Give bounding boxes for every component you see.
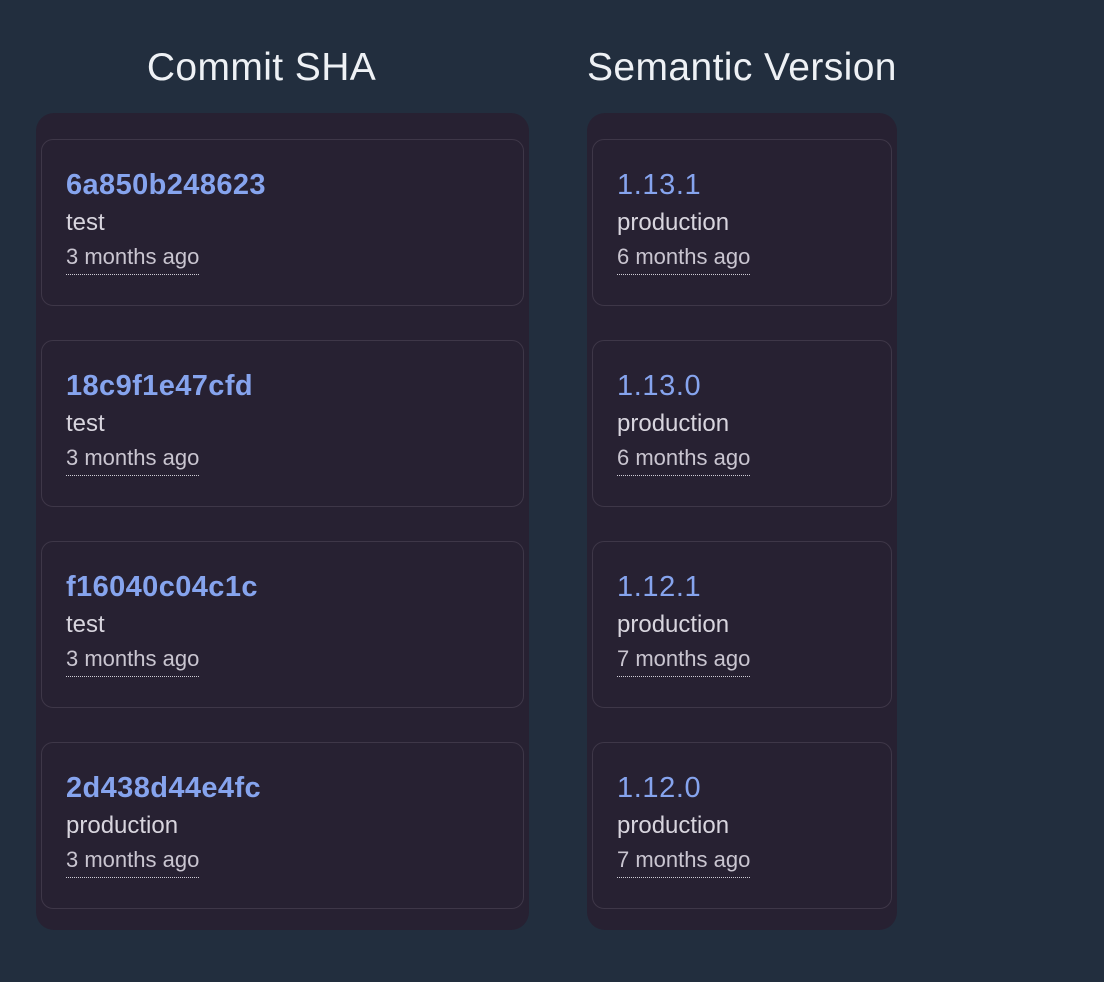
environment-label: test [66, 410, 105, 437]
deploy-id-link[interactable]: f16040c04c1c [66, 567, 499, 607]
deploy-card-list: 1.13.1 production 6 months ago 1.13.0 pr… [587, 113, 897, 930]
deploy-id-link[interactable]: 1.13.0 [617, 366, 867, 406]
deploy-card[interactable]: 1.12.0 production 7 months ago [592, 742, 892, 909]
deploy-id-link[interactable]: 1.13.1 [617, 165, 867, 205]
relative-time: 3 months ago [66, 444, 499, 476]
relative-time: 6 months ago [617, 444, 867, 476]
deploy-card[interactable]: 1.12.1 production 7 months ago [592, 541, 892, 708]
relative-time: 3 months ago [66, 243, 499, 275]
column-title: Commit SHA [146, 46, 377, 89]
relative-time: 7 months ago [617, 645, 867, 677]
deploy-columns: Commit SHA 6a850b248623 test 3 months ag… [0, 0, 1104, 930]
environment-label: production [617, 812, 730, 839]
deploy-id-link[interactable]: 1.12.1 [617, 567, 867, 607]
deploy-id-link[interactable]: 6a850b248623 [66, 165, 499, 205]
relative-time: 3 months ago [66, 645, 499, 677]
deploy-id-link[interactable]: 18c9f1e47cfd [66, 366, 499, 406]
relative-time-text: 3 months ago [66, 243, 200, 275]
environment-label: production [617, 611, 730, 638]
environment-label: production [617, 410, 730, 437]
relative-time-text: 7 months ago [617, 645, 751, 677]
deploy-card[interactable]: f16040c04c1c test 3 months ago [41, 541, 524, 708]
deploy-column: Commit SHA 6a850b248623 test 3 months ag… [36, 0, 529, 930]
environment-label: production [66, 812, 179, 839]
deploy-card[interactable]: 18c9f1e47cfd test 3 months ago [41, 340, 524, 507]
environment-label: production [617, 209, 730, 236]
relative-time: 6 months ago [617, 243, 867, 275]
deploy-card-list: 6a850b248623 test 3 months ago 18c9f1e47… [36, 113, 529, 930]
deploy-card[interactable]: 2d438d44e4fc production 3 months ago [41, 742, 524, 909]
relative-time-text: 3 months ago [66, 645, 200, 677]
deploy-id-link[interactable]: 2d438d44e4fc [66, 768, 499, 808]
relative-time-text: 6 months ago [617, 444, 751, 476]
relative-time-text: 7 months ago [617, 846, 751, 878]
relative-time-text: 6 months ago [617, 243, 751, 275]
column-title: Semantic Version [587, 46, 897, 89]
deploy-card[interactable]: 1.13.0 production 6 months ago [592, 340, 892, 507]
relative-time-text: 3 months ago [66, 846, 200, 878]
deploy-column: Semantic Version 1.13.1 production 6 mon… [587, 0, 897, 930]
relative-time-text: 3 months ago [66, 444, 200, 476]
relative-time: 3 months ago [66, 846, 499, 878]
relative-time: 7 months ago [617, 846, 867, 878]
deploy-card[interactable]: 1.13.1 production 6 months ago [592, 139, 892, 306]
deploy-id-link[interactable]: 1.12.0 [617, 768, 867, 808]
environment-label: test [66, 611, 105, 638]
environment-label: test [66, 209, 105, 236]
deploy-card[interactable]: 6a850b248623 test 3 months ago [41, 139, 524, 306]
